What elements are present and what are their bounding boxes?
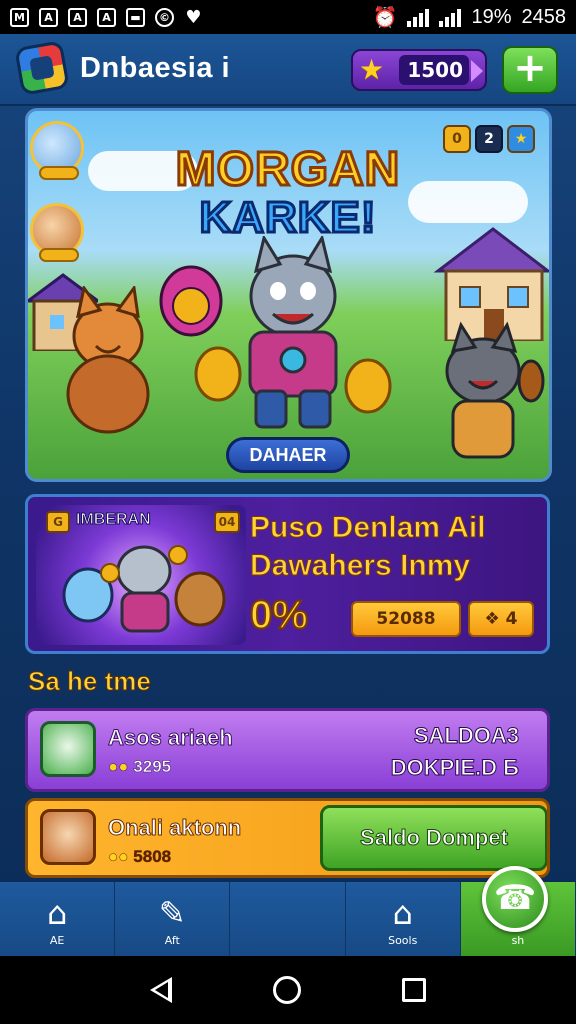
- player-avatar: [40, 721, 96, 777]
- nav-label: Aft: [164, 934, 180, 947]
- nav-label: sh: [511, 934, 525, 947]
- star-icon: ★: [359, 53, 385, 86]
- saldo-dompet-button[interactable]: Saldo Dompet: [320, 805, 547, 871]
- list-item[interactable]: Asos ariaeh ●● 3295 SALDOA3 DOKPIE.D Б: [25, 708, 550, 792]
- home-icon: ⌂: [46, 894, 68, 932]
- coins-icon: ●●: [108, 847, 129, 867]
- currency-counter[interactable]: ★ 1500: [351, 49, 487, 91]
- system-status: ⏰ 19% 2458: [373, 5, 566, 30]
- wifi-signal-icon: [407, 7, 430, 27]
- battery-level: 19%: [471, 5, 512, 28]
- promo-reward-count: 4: [505, 609, 518, 629]
- home-circle-icon[interactable]: [272, 976, 301, 1004]
- coins-icon: [39, 166, 79, 180]
- status-bar: M A A A ▬ © ♥ ⏰ 19% 2458: [0, 0, 576, 34]
- currency-value: 1500: [399, 55, 469, 85]
- promo-characters-illustration: [62, 545, 226, 633]
- coin-value: 5808: [133, 847, 172, 867]
- notification-icon: ©: [155, 7, 174, 27]
- nav-item-store[interactable]: ⌂ Sools: [346, 882, 461, 956]
- coins-icon: [39, 248, 79, 262]
- arrow-right-icon: [471, 60, 483, 82]
- promo-headline: Puso Denlam Ail: [250, 511, 487, 545]
- clock: 2458: [521, 5, 567, 28]
- player-coins: ●● 3295: [108, 757, 172, 777]
- gift-icon: ❖: [484, 609, 500, 629]
- coins-icon: ●●: [108, 757, 129, 777]
- coin-badge[interactable]: 0: [443, 125, 471, 153]
- add-currency-button[interactable]: +: [502, 46, 558, 94]
- heart-icon: ♥: [185, 6, 202, 28]
- game-title-line2: KARKE!: [198, 193, 377, 242]
- count-badge: 2: [475, 125, 503, 153]
- app-logo[interactable]: [14, 40, 70, 96]
- promo-art-title: IMBERAN: [76, 511, 152, 529]
- hero-play-button[interactable]: DAHAER: [226, 437, 350, 473]
- cat-character-illustration: [66, 286, 150, 434]
- hero-banner[interactable]: 0 2 ★ MORGAN KARKE! DAHAER: [25, 108, 552, 482]
- promo-reward-button[interactable]: ❖ 4: [468, 601, 534, 637]
- raccoon-character-illustration: [445, 321, 545, 459]
- notification-icon: A: [39, 7, 58, 27]
- notification-icon: A: [97, 7, 116, 27]
- recent-apps-icon[interactable]: [401, 978, 426, 1002]
- nav-label: AE: [49, 934, 65, 947]
- alarm-icon: ⏰: [372, 6, 398, 29]
- notification-icons: M A A A ▬ © ♥: [10, 6, 203, 28]
- promo-art: G IMBERAN 04: [36, 505, 246, 645]
- player-coins: ●● 5808: [108, 847, 172, 867]
- game-title: MORGAN KARKE!: [148, 143, 428, 242]
- player-name: Asos ariaeh: [108, 725, 234, 751]
- system-navigation-bar: [0, 956, 576, 1024]
- promo-value-button[interactable]: 52088: [351, 601, 461, 637]
- coin-value: 3295: [133, 757, 172, 777]
- hero-badges: 0 2 ★: [443, 125, 535, 153]
- promo-subheadline: Dawahers Inmy: [249, 549, 471, 583]
- chat-icon: ☎: [493, 878, 537, 918]
- nav-item-stats[interactable]: ✎ Aft: [115, 882, 231, 956]
- top-bar: Dnbaesia i ★ 1500 +: [0, 34, 576, 106]
- friend-avatar[interactable]: [30, 203, 84, 262]
- nav-label: Sools: [388, 934, 418, 947]
- pink-creature-illustration: [159, 265, 223, 337]
- nav-item-spacer: [230, 882, 346, 956]
- chat-button[interactable]: ☎: [482, 866, 548, 932]
- cell-signal-icon: [439, 7, 462, 27]
- list-item[interactable]: Onali aktonn ●● 5808 Saldo Dompet: [25, 798, 550, 878]
- nav-item-home[interactable]: ⌂ AE: [0, 882, 116, 956]
- app-screen: Dnbaesia i ★ 1500 + 0 2 ★ MORGAN KARKE! …: [0, 34, 576, 956]
- balance-label: SALDOA3: [413, 723, 519, 749]
- promo-percent: 0%: [249, 592, 309, 638]
- store-icon: ⌂: [392, 894, 413, 932]
- player-avatar: [40, 809, 96, 865]
- wallet-label: DOKPIE.D Б: [390, 755, 519, 781]
- player-name: Onali aktonn: [107, 815, 242, 841]
- notification-icon: ▬: [126, 7, 145, 27]
- notification-icon: M: [10, 7, 29, 27]
- promo-art-badge: G: [46, 511, 70, 533]
- friend-avatar[interactable]: [30, 121, 84, 180]
- game-title-line1: MORGAN: [174, 143, 401, 196]
- chart-icon: ✎: [158, 894, 186, 932]
- app-title: Dnbaesia i: [80, 52, 231, 84]
- notification-icon: A: [68, 7, 87, 27]
- promo-art-badge: 04: [214, 511, 240, 533]
- star-badge[interactable]: ★: [507, 125, 535, 153]
- section-title: Sa he tme: [28, 666, 152, 697]
- back-icon[interactable]: [150, 977, 173, 1003]
- promo-card[interactable]: G IMBERAN 04 Puso Denlam Ail Dawahers In…: [25, 494, 550, 654]
